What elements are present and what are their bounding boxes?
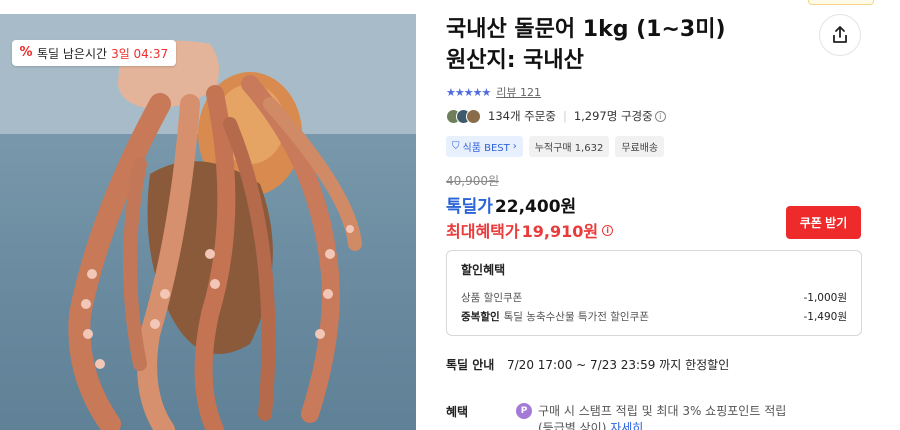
deal-timer-value: 3일 04:37 <box>111 46 169 61</box>
tag-free-shipping: 무료배송 <box>615 136 665 157</box>
coupon-button[interactable]: 쿠폰 받기 <box>786 206 861 239</box>
orders-count: 134개 주문중 <box>488 109 556 123</box>
shield-icon: ⛉ <box>452 141 460 152</box>
discount-row: 중복할인 톡딜 농축수산물 특가전 할인쿠폰 -1,490원 <box>461 307 847 326</box>
discount-amount: -1,490원 <box>803 311 847 323</box>
info-icon[interactable]: i <box>602 224 614 236</box>
avatar <box>466 108 481 124</box>
original-price: 40,900원 <box>446 174 500 188</box>
max-benefit-label: 최대혜택가 <box>446 222 520 241</box>
deal-info-row: 톡딜 안내 7/20 17:00 ~ 7/23 23:59 까지 한정할인 <box>446 356 729 373</box>
discount-label: 톡딜 농축수산물 특가전 할인쿠폰 <box>503 311 649 323</box>
benefit-line1: 구매 시 스탬프 적립 및 최대 3% 쇼핑포인트 적립 <box>538 404 787 418</box>
viewers-count: 1,297명 구경중 <box>573 109 653 123</box>
point-icon: P <box>516 403 532 419</box>
benefit-line2: (등급별 상이) <box>538 421 607 430</box>
discount-bold-label: 중복할인 <box>461 311 500 323</box>
benefit-row: 혜택 P 구매 시 스탬프 적립 및 최대 3% 쇼핑포인트 적립 (등급별 상… <box>446 403 786 430</box>
info-icon[interactable]: i <box>654 110 666 122</box>
deal-info-label: 톡딜 안내 <box>446 358 495 372</box>
review-link[interactable]: 리뷰 121 <box>496 84 541 100</box>
tag-list: ⛉ 식품 BEST › 누적구매 1,632 무료배송 <box>446 136 665 157</box>
discount-row: 상품 할인쿠폰 -1,000원 <box>461 288 847 307</box>
benefit-text: 구매 시 스탬프 적립 및 최대 3% 쇼핑포인트 적립 (등급별 상이) 자세… <box>538 403 786 430</box>
tooltip-edge <box>808 0 874 5</box>
product-image[interactable]: % 톡딜 남은시간 3일 04:37 <box>0 14 416 430</box>
deal-timer-badge: % 톡딜 남은시간 3일 04:37 <box>12 40 177 66</box>
tag-food-best[interactable]: ⛉ 식품 BEST › <box>446 136 523 157</box>
rating-row: ★★★★★ 리뷰 121 <box>446 84 541 100</box>
buyer-avatars <box>446 108 481 124</box>
product-info: 국내산 돌문어 1kg (1~3미) 원산지: 국내산 ★★★★★ 리뷰 121… <box>446 0 876 430</box>
discount-amount: -1,000원 <box>803 292 847 304</box>
percent-icon: % <box>19 45 33 60</box>
benefit-detail-link[interactable]: 자세히 <box>610 421 643 430</box>
rating-stars: ★★★★★ <box>446 85 491 99</box>
discount-label: 상품 할인쿠폰 <box>461 292 523 304</box>
max-benefit-price: 19,910원 <box>521 222 599 241</box>
product-title-line2: 원산지: 국내산 <box>446 48 584 73</box>
product-title-line1: 국내산 돌문어 1kg (1~3미) <box>446 17 726 42</box>
discount-title: 할인혜택 <box>461 263 506 277</box>
stat-row: 134개 주문중 | 1,297명 구경중 i <box>446 108 666 124</box>
deal-timer-label: 톡딜 남은시간 <box>37 46 108 61</box>
benefit-label: 혜택 <box>446 405 469 419</box>
share-icon <box>833 26 847 43</box>
divider: | <box>562 109 567 123</box>
tag-cumulative: 누적구매 1,632 <box>528 136 610 157</box>
max-benefit-row: 최대혜택가 19,910원 i <box>446 218 614 242</box>
deal-price: 22,400원 <box>494 197 577 217</box>
deal-price-row: 톡딜가 22,400원 <box>446 192 576 217</box>
deal-info-value: 7/20 17:00 ~ 7/23 23:59 까지 한정할인 <box>507 358 730 372</box>
deal-price-label: 톡딜가 <box>446 197 493 217</box>
octopus-photo <box>0 14 416 430</box>
discount-box: 할인혜택 상품 할인쿠폰 -1,000원 중복할인 톡딜 농축수산물 특가전 할인… <box>446 250 862 336</box>
share-button[interactable] <box>819 14 861 56</box>
product-title: 국내산 돌문어 1kg (1~3미) 원산지: 국내산 <box>446 14 726 76</box>
tag-label: 식품 BEST <box>462 143 510 154</box>
chevron-right-icon: › <box>512 141 517 152</box>
